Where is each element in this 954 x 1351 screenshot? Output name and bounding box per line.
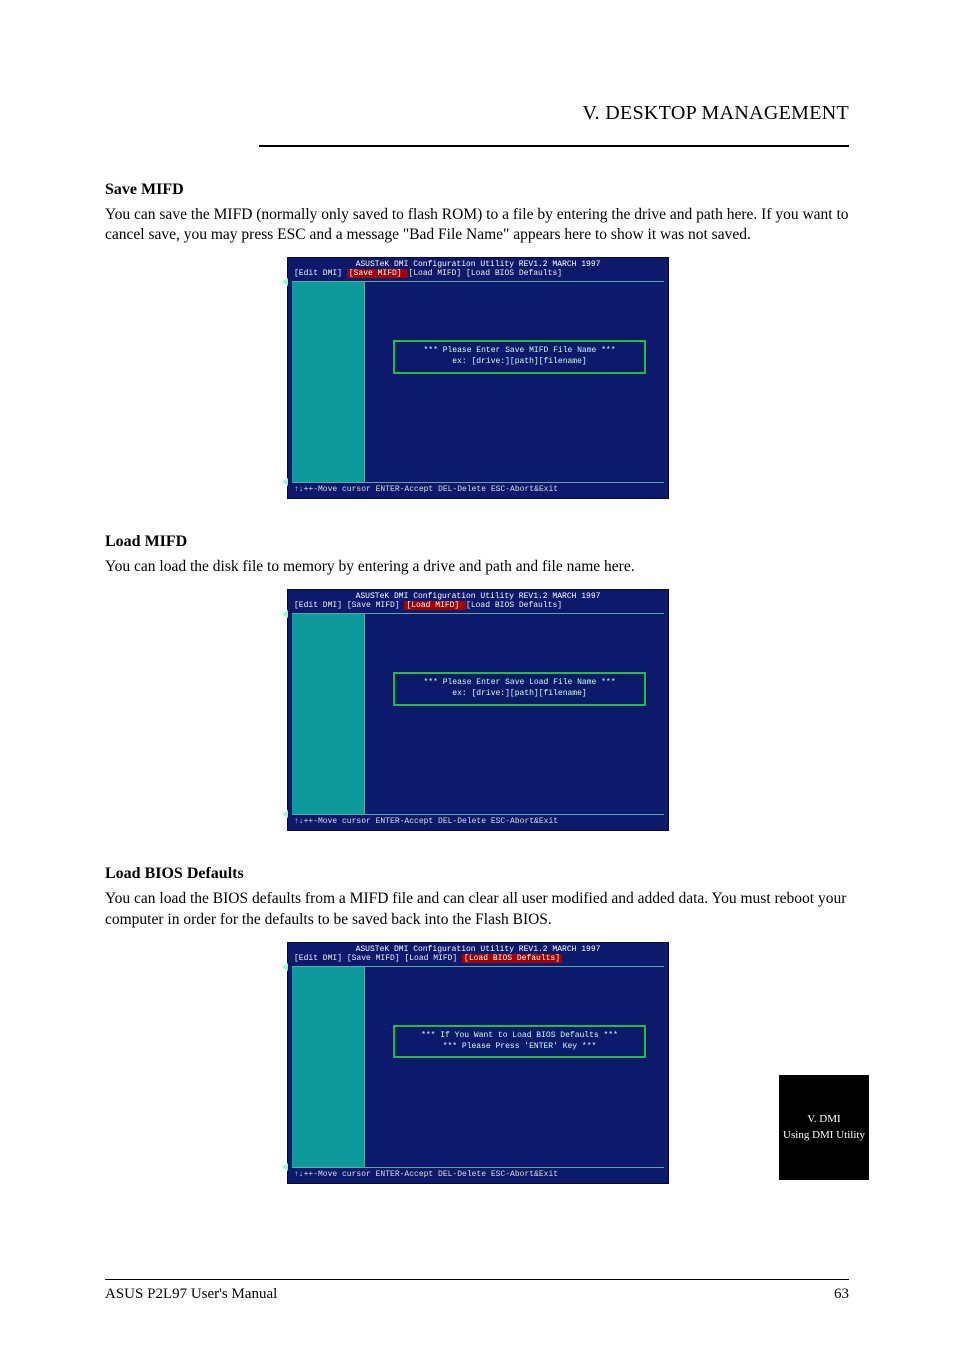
bios-prompt-line2: ex: [drive:][path][filename] <box>401 689 638 700</box>
bios-menubar: [Edit DMI] [Save MIFD] [Load MIFD] [Load… <box>288 954 668 966</box>
bios-title: ASUSTeK DMI Configuration Utility REV1.2… <box>288 590 668 601</box>
header-rule <box>259 145 849 147</box>
section-body-defaults: You can load the BIOS defaults from a MI… <box>105 889 849 929</box>
bios-right-panel: *** If You Want to Load BIOS Defaults **… <box>365 967 664 1167</box>
section-body-load: You can load the disk file to memory by … <box>105 557 849 577</box>
menu-load-mifd: [Load MIFD] <box>408 269 466 278</box>
menu-save-mifd-selected: [Save MIFD] <box>347 269 409 278</box>
menu-load-defaults-selected: [Load BIOS Defaults] <box>462 954 562 963</box>
page-footer: ASUS P2L97 User's Manual 63 <box>105 1279 849 1303</box>
bios-prompt-line2: ex: [drive:][path][filename] <box>401 357 638 368</box>
footer-rule <box>105 1279 849 1280</box>
bios-prompt-box: *** If You Want to Load BIOS Defaults **… <box>393 1025 646 1059</box>
menu-edit-dmi: [Edit DMI] <box>294 601 347 610</box>
footer-doc-title: ASUS P2L97 User's Manual <box>105 1286 277 1303</box>
bios-right-panel: *** Please Enter Save MIFD File Name ***… <box>365 282 664 482</box>
menu-edit-dmi: [Edit DMI] <box>294 269 347 278</box>
footer-page-number: 63 <box>834 1286 849 1303</box>
bios-left-panel <box>292 967 365 1167</box>
section-title-save: Save MIFD <box>105 181 849 199</box>
menu-load-defaults: [Load BIOS Defaults] <box>466 601 562 610</box>
bios-title: ASUSTeK DMI Configuration Utility REV1.2… <box>288 943 668 954</box>
bios-title: ASUSTeK DMI Configuration Utility REV1.2… <box>288 258 668 269</box>
bios-prompt-line1: *** Please Enter Save MIFD File Name *** <box>401 346 638 357</box>
page: V. DESKTOP MANAGEMENT Save MIFD You can … <box>0 0 954 1351</box>
bios-screenshot-save: ASUSTeK DMI Configuration Utility REV1.2… <box>287 257 667 499</box>
menu-save-mifd: [Save MIFD] <box>347 954 405 963</box>
bios-menubar: [Edit DMI] [Save MIFD] [Load MIFD] [Load… <box>288 601 668 613</box>
bios-prompt-line2: *** Please Press 'ENTER' Key *** <box>401 1042 638 1053</box>
bios-prompt-line1: *** If You Want to Load BIOS Defaults **… <box>401 1031 638 1042</box>
bios-left-panel <box>292 282 365 482</box>
menu-save-mifd: [Save MIFD] <box>347 601 405 610</box>
bios-prompt-box: *** Please Enter Save MIFD File Name ***… <box>393 340 646 374</box>
menu-load-mifd-selected: [Load MIFD] <box>404 601 466 610</box>
bios-left-panel <box>292 614 365 814</box>
side-section-tab: V. DMI Using DMI Utility <box>779 1075 869 1180</box>
section-body-save: You can save the MIFD (normally only sav… <box>105 205 849 245</box>
bios-prompt-line1: *** Please Enter Save Load File Name *** <box>401 678 638 689</box>
side-tab-line2: Using DMI Utility <box>783 1128 865 1143</box>
section-title-defaults: Load BIOS Defaults <box>105 865 849 883</box>
bios-screenshot-defaults: ASUSTeK DMI Configuration Utility REV1.2… <box>287 942 667 1184</box>
bios-hint-line: ↑↓++-Move cursor ENTER-Accept DEL-Delete… <box>288 483 668 494</box>
bios-menubar: [Edit DMI] [Save MIFD] [Load MIFD] [Load… <box>288 269 668 281</box>
menu-edit-dmi: [Edit DMI] <box>294 954 347 963</box>
bios-hint-line: ↑↓++-Move cursor ENTER-Accept DEL-Delete… <box>288 1168 668 1179</box>
bios-right-panel: *** Please Enter Save Load File Name ***… <box>365 614 664 814</box>
bios-screenshot-load: ASUSTeK DMI Configuration Utility REV1.2… <box>287 589 667 831</box>
side-tab-line1: V. DMI <box>783 1112 865 1127</box>
section-title-load: Load MIFD <box>105 533 849 551</box>
page-header-title: V. DESKTOP MANAGEMENT <box>105 102 849 125</box>
menu-load-defaults: [Load BIOS Defaults] <box>466 269 562 278</box>
bios-prompt-box: *** Please Enter Save Load File Name ***… <box>393 672 646 706</box>
bios-hint-line: ↑↓++-Move cursor ENTER-Accept DEL-Delete… <box>288 815 668 826</box>
menu-load-mifd: [Load MIFD] <box>404 954 462 963</box>
